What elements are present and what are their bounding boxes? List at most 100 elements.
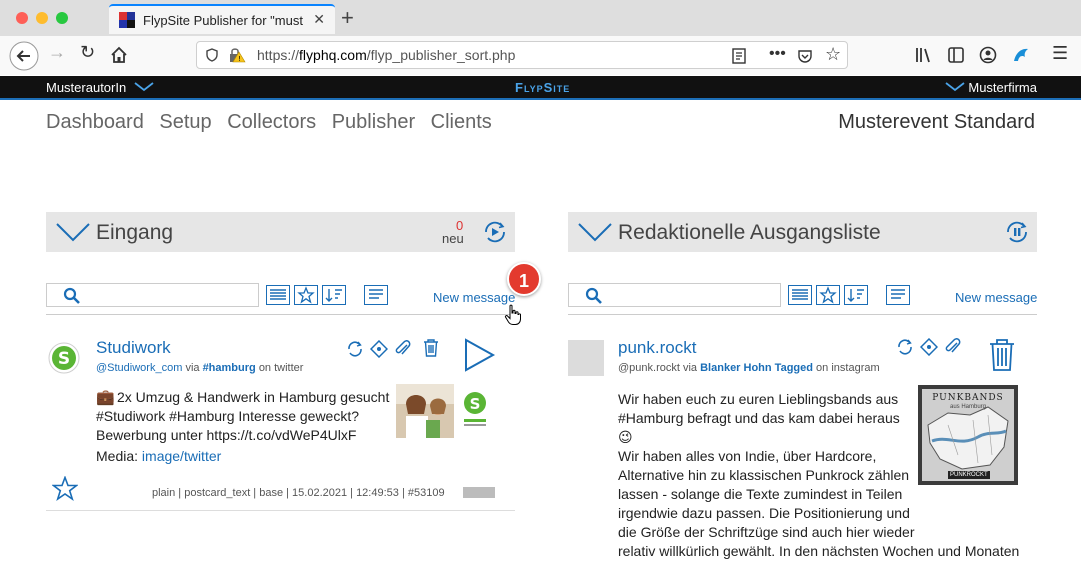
page-actions-icon[interactable]: ••• (769, 45, 786, 63)
collapse-chevron-icon[interactable] (578, 222, 612, 242)
new-message-link[interactable]: New message (955, 290, 1037, 305)
back-icon[interactable] (8, 40, 40, 72)
nav-collectors[interactable]: Collectors (227, 111, 316, 133)
new-tab-icon[interactable]: + (341, 5, 354, 31)
media-row: Media: image/twitter (96, 448, 222, 464)
reload-icon[interactable]: ↻ (80, 42, 95, 63)
trash-icon[interactable] (988, 338, 1016, 372)
inbox-title: Eingang (96, 221, 174, 244)
post-text-line: Wir haben alles von Indie, über Hardcore… (618, 448, 877, 464)
post-photo-thumbnail[interactable] (396, 384, 454, 438)
event-title: Musterevent Standard (838, 111, 1035, 133)
bookmark-star-icon[interactable]: ☆ (825, 44, 841, 65)
retweet-icon[interactable] (346, 340, 364, 358)
account-icon[interactable] (979, 46, 997, 64)
sort-icon (325, 289, 342, 302)
search-icon (63, 287, 80, 304)
refresh-pause-icon[interactable] (1003, 218, 1031, 246)
author-name[interactable]: Studiwork (96, 338, 171, 358)
outbox-divider (568, 314, 1037, 315)
punkbands-image-thumbnail[interactable]: PUNKBANDS aus Hamburg PUNKROCKT (918, 385, 1018, 485)
card-divider (46, 510, 515, 511)
svg-text:S: S (58, 349, 70, 369)
url-text[interactable]: https://flyphq.com/flyp_publisher_sort.p… (257, 47, 515, 63)
retweet-icon[interactable] (896, 338, 914, 356)
outbox-search-input[interactable] (568, 283, 781, 307)
image-caption-bottom: PUNKROCKT (948, 471, 990, 479)
tab-close-icon[interactable]: ✕ (313, 11, 325, 28)
list-icon (792, 289, 808, 300)
search-icon (585, 287, 602, 304)
nav-setup[interactable]: Setup (159, 111, 211, 133)
punkrockt-avatar[interactable] (568, 340, 604, 376)
favorites-filter-button[interactable] (816, 285, 840, 305)
tag-icon[interactable] (920, 338, 938, 356)
chevron-down-icon (945, 82, 965, 92)
browser-tab[interactable]: FlypSite Publisher for "musterfi ✕ (109, 4, 335, 34)
collapse-chevron-icon[interactable] (56, 222, 90, 242)
nav-clients[interactable]: Clients (431, 111, 492, 133)
author-name[interactable]: punk.rockt (618, 338, 696, 358)
close-window-button[interactable] (16, 12, 28, 24)
nav-publisher[interactable]: Publisher (332, 111, 415, 133)
image-caption-sub: aus Hamburg (949, 404, 987, 410)
company-menu[interactable]: Musterfirma (945, 80, 1037, 95)
studiwork-avatar[interactable]: S (48, 342, 80, 374)
post-footer-meta: plain | postcard_text | base | 15.02.202… (152, 487, 445, 499)
media-link[interactable]: image/twitter (142, 448, 221, 464)
inbox-toolbar: New message (46, 283, 515, 307)
post-text-line: relativ willkürlich gewählt. In den näch… (618, 543, 1020, 559)
tag-icon[interactable] (370, 340, 388, 358)
hand-cursor-icon (504, 304, 521, 325)
library-icon[interactable] (914, 46, 932, 64)
minimize-window-button[interactable] (36, 12, 48, 24)
text-view-button[interactable] (886, 285, 910, 305)
svg-text:S: S (470, 395, 481, 413)
chevron-down-icon (134, 82, 154, 92)
studiwork-logo-thumbnail[interactable]: S (458, 386, 492, 434)
publish-play-icon[interactable] (462, 338, 496, 372)
nav-dashboard[interactable]: Dashboard (46, 111, 144, 133)
favorite-star-icon[interactable] (52, 476, 78, 502)
list-view-button[interactable] (788, 285, 812, 305)
post-text-line: Alternative hin zu klassischen Punkrock … (618, 467, 910, 483)
attachment-icon[interactable] (394, 340, 412, 358)
attachment-icon[interactable] (944, 338, 962, 356)
home-icon[interactable] (110, 46, 128, 64)
browser-chrome: FlypSite Publisher for "musterfi ✕ + → ↻… (0, 0, 1081, 75)
author-meta: @Studiwork_com via #hamburg on twitter (96, 362, 304, 374)
forward-icon[interactable]: → (48, 42, 66, 63)
outbox-panel-header: Redaktionelle Ausgangsliste (568, 212, 1037, 252)
list-icon (270, 289, 286, 300)
trash-icon[interactable] (422, 338, 440, 358)
insecure-lock-icon[interactable]: ! (227, 46, 247, 64)
shield-icon[interactable] (205, 48, 219, 62)
list-view-button[interactable] (266, 285, 290, 305)
author-menu[interactable]: MusterautorIn (46, 80, 154, 95)
maximize-window-button[interactable] (56, 12, 68, 24)
sort-button[interactable] (322, 285, 346, 305)
url-bar[interactable]: ! https://flyphq.com/flyp_publisher_sort… (196, 41, 848, 69)
menu-hamburger-icon[interactable]: ☰ (1052, 43, 1068, 64)
sort-button[interactable] (844, 285, 868, 305)
sidebar-icon[interactable] (947, 46, 965, 64)
post-text-line: #Hamburg befragt und das kam dabei herau… (618, 410, 900, 445)
navigation-toolbar: → ↻ ! https://flyphq.com/flyp_publisher_… (0, 36, 1081, 75)
favorites-filter-button[interactable] (294, 285, 318, 305)
dolphin-extension-icon[interactable] (1010, 44, 1032, 66)
tab-title: FlypSite Publisher for "musterfi (143, 13, 303, 28)
star-icon (819, 286, 837, 304)
brand-logo[interactable]: FlypSite (515, 80, 570, 95)
text-view-button[interactable] (364, 285, 388, 305)
redacted-id (463, 487, 495, 498)
app-top-bar: MusterautorIn FlypSite Musterfirma (0, 76, 1081, 100)
new-count-label: neu (442, 231, 464, 246)
sort-icon (847, 289, 864, 302)
refresh-play-icon[interactable] (481, 218, 509, 246)
image-caption-top: PUNKBANDS (932, 393, 1004, 403)
post-text: Wir haben euch zu euren Lieblingsbands a… (618, 390, 1020, 561)
pocket-icon[interactable] (797, 48, 813, 64)
new-message-link[interactable]: New message (433, 290, 515, 305)
reader-view-icon[interactable] (731, 48, 747, 64)
inbox-search-input[interactable] (46, 283, 259, 307)
